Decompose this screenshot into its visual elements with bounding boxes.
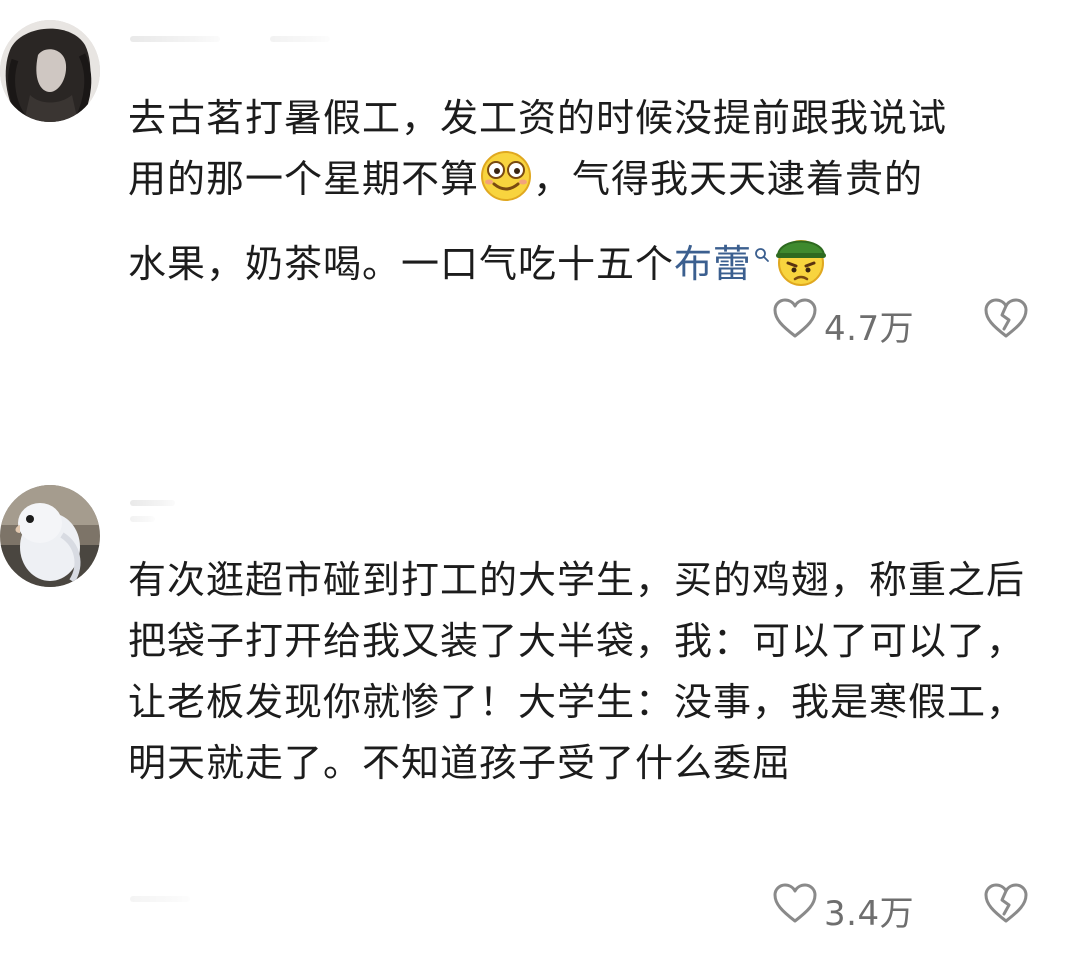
comment-line: 去古茗打暑假工，发工资的时候没提前跟我说试 bbox=[128, 96, 948, 140]
username-placeholder-tail bbox=[270, 36, 330, 42]
ip-placeholder bbox=[130, 896, 190, 902]
comment-body: 有次逛超市碰到打工的大学生，买的鸡翅，称重之后把袋子打开给我又装了大半袋，我：可… bbox=[128, 558, 1026, 785]
comment-body: 去古茗打暑假工，发工资的时候没提前跟我说试 用的那一个星期不算 ，气得我天天逮着… bbox=[128, 88, 1043, 305]
smiling-face-emoji-icon bbox=[479, 150, 533, 220]
comment-actions: 4.7万 bbox=[0, 298, 1079, 349]
avatar[interactable] bbox=[0, 485, 100, 587]
broken-heart-icon[interactable] bbox=[983, 883, 1029, 929]
search-link[interactable]: 布蕾 bbox=[674, 242, 752, 286]
comment-line: 水果，奶茶喝。一口气吃十五个 bbox=[128, 242, 675, 286]
angry-face-helmet-emoji-icon bbox=[770, 231, 832, 305]
broken-heart-icon[interactable] bbox=[983, 298, 1029, 344]
comment-line: ，气得我天天逮着贵的 bbox=[533, 157, 924, 201]
comment-actions: 3.4万 bbox=[0, 883, 1079, 934]
username-placeholder[interactable] bbox=[130, 36, 220, 42]
comment-line: 用的那一个星期不算 bbox=[128, 157, 480, 201]
like-count: 3.4万 bbox=[824, 894, 915, 934]
heart-icon[interactable] bbox=[772, 298, 818, 344]
username-placeholder-tail bbox=[130, 516, 155, 522]
search-icon[interactable] bbox=[754, 220, 770, 281]
username-placeholder[interactable] bbox=[130, 500, 175, 506]
like-count: 4.7万 bbox=[824, 309, 915, 349]
heart-icon[interactable] bbox=[772, 883, 818, 929]
avatar[interactable] bbox=[0, 20, 100, 122]
